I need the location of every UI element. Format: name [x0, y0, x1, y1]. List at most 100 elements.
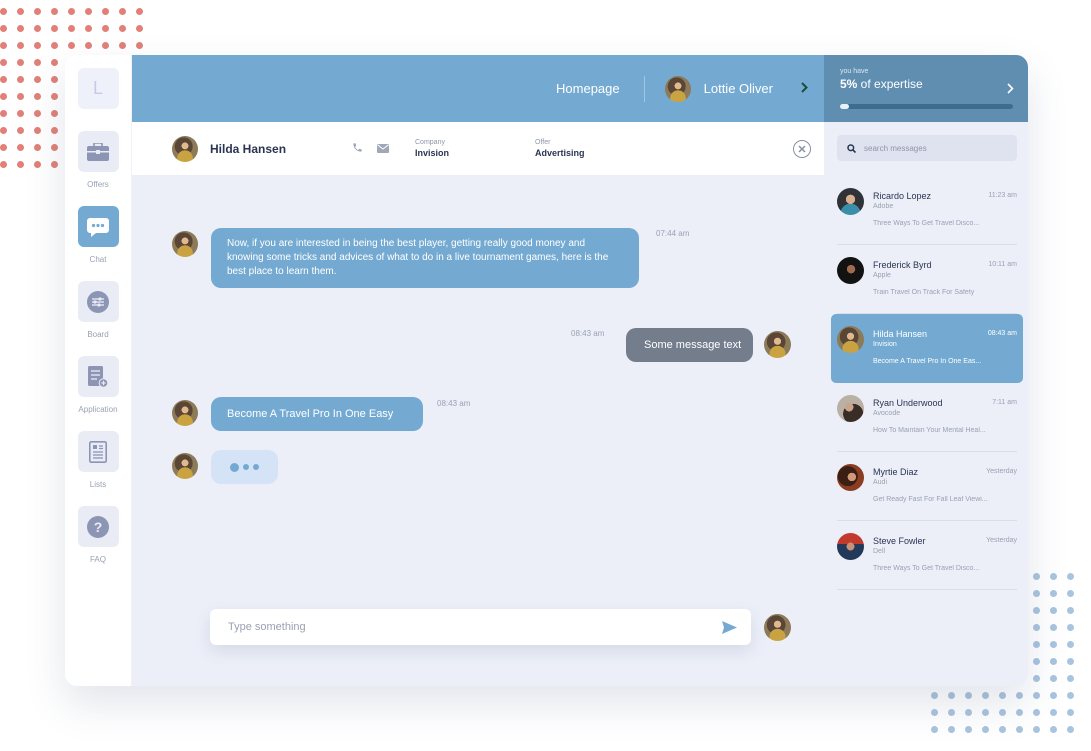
decorative-dot — [102, 8, 109, 15]
decorative-dot — [1050, 590, 1057, 597]
question-icon: ? — [77, 506, 119, 547]
message-timestamp: 07:44 am — [656, 229, 690, 238]
decorative-dot — [68, 25, 75, 32]
conversation-preview: Become A Travel Pro In One Eas... — [873, 358, 982, 365]
decorative-dot — [1033, 590, 1040, 597]
sidebar-item-offers[interactable]: Offers — [77, 131, 119, 189]
decorative-dot — [17, 76, 24, 83]
message-bubble-outgoing[interactable]: Some message text — [626, 328, 754, 362]
app-logo[interactable]: L — [77, 68, 119, 109]
decorative-dot — [965, 692, 972, 699]
phone-icon[interactable] — [352, 140, 363, 158]
decorative-dot — [1033, 573, 1040, 580]
topbar-divider — [643, 75, 645, 102]
conversation-company: Dell — [873, 548, 886, 555]
decorative-dot — [1033, 709, 1040, 716]
message-input[interactable] — [228, 621, 722, 633]
sidebar-item-application[interactable]: Application — [77, 356, 119, 414]
message-timestamp: 08:43 am — [437, 399, 471, 408]
conversation-name: Ricardo Lopez — [873, 191, 932, 201]
briefcase-icon — [77, 131, 119, 172]
decorative-dot — [931, 692, 938, 699]
decorative-dot — [119, 25, 126, 32]
decorative-dot — [17, 8, 24, 15]
decorative-dot — [119, 8, 126, 15]
decorative-dot — [0, 59, 7, 66]
chevron-right-icon[interactable] — [801, 80, 808, 98]
conversation-time: Yesterday — [986, 537, 1017, 544]
sidebar-item-label: Lists — [89, 480, 107, 489]
decorative-dot — [1067, 641, 1074, 648]
decorative-dot — [17, 127, 24, 134]
decorative-dot — [1067, 658, 1074, 665]
decorative-dot — [982, 692, 989, 699]
decorative-dot — [1067, 675, 1074, 682]
sidebar-item-lists[interactable]: Lists — [77, 431, 119, 489]
contact-avatar[interactable] — [172, 135, 198, 162]
decorative-dot — [948, 726, 955, 733]
decorative-dot — [1016, 692, 1023, 699]
current-user-name[interactable]: Lottie Oliver — [704, 81, 773, 96]
chevron-right-icon[interactable] — [1007, 81, 1014, 99]
sidebar-item-chat[interactable]: Chat — [77, 206, 119, 264]
decorative-dot — [51, 127, 58, 134]
conversation-item[interactable]: Myrtie Diaz Audi Get Ready Fast For Fall… — [837, 452, 1017, 521]
decorative-dot — [1033, 624, 1040, 631]
conversation-item[interactable]: Ricardo Lopez Adobe Three Ways To Get Tr… — [837, 176, 1017, 245]
conversation-item[interactable]: Steve Fowler Dell Three Ways To Get Trav… — [837, 521, 1017, 590]
company-value: Invision — [415, 148, 450, 158]
decorative-dot — [1033, 641, 1040, 648]
conversation-name: Steve Fowler — [873, 536, 926, 546]
decorative-dot — [17, 59, 24, 66]
decorative-dot — [965, 726, 972, 733]
conversation-time: 7:11 am — [992, 399, 1017, 406]
decorative-dot — [948, 692, 955, 699]
decorative-dot — [51, 144, 58, 151]
decorative-dot — [0, 42, 7, 49]
conversation-company: Invision — [873, 341, 897, 348]
left-sidebar: L Offers Chat Board Application Lists ? … — [65, 55, 132, 686]
decorative-dot — [1050, 573, 1057, 580]
mail-icon[interactable] — [377, 140, 389, 158]
expertise-card[interactable]: you have 5% of expertise — [824, 55, 1028, 122]
expertise-caption: you have — [840, 68, 869, 75]
decorative-dot — [34, 127, 41, 134]
conversation-time: 10:11 am — [988, 261, 1017, 268]
homepage-link[interactable]: Homepage — [556, 81, 620, 96]
company-label: Company — [415, 139, 445, 146]
conversation-item[interactable]: Ryan Underwood Avocode How To Maintain Y… — [837, 383, 1017, 452]
search-input[interactable] — [864, 143, 1004, 153]
send-button[interactable] — [722, 620, 737, 634]
current-user-avatar[interactable] — [664, 75, 691, 102]
decorative-dot — [999, 726, 1006, 733]
decorative-dot — [1033, 692, 1040, 699]
decorative-dot — [0, 144, 7, 151]
conversation-item[interactable]: Frederick Byrd Apple Train Travel On Tra… — [837, 245, 1017, 314]
decorative-dot — [0, 161, 7, 168]
decorative-dot — [51, 59, 58, 66]
sidebar-item-board[interactable]: Board — [77, 281, 119, 339]
decorative-dot — [1067, 709, 1074, 716]
message-bubble-incoming[interactable]: Become A Travel Pro In One Easy — [211, 397, 423, 431]
contact-avatar — [172, 231, 198, 257]
search-icon — [847, 143, 856, 153]
decorative-dot — [965, 709, 972, 716]
expertise-suffix: of expertise — [857, 77, 923, 91]
chat-main: Homepage Lottie Oliver Hilda Hansen Comp… — [132, 55, 824, 686]
conversation-item-selected[interactable]: Hilda Hansen Invision Become A Travel Pr… — [831, 314, 1023, 383]
decorative-dot — [34, 8, 41, 15]
decorative-dot — [17, 161, 24, 168]
decorative-dot — [0, 76, 7, 83]
decorative-dot — [51, 25, 58, 32]
conversation-name: Myrtie Diaz — [873, 467, 919, 477]
close-conversation-button[interactable] — [793, 139, 811, 158]
contact-avatar — [837, 257, 864, 284]
message-bubble-incoming[interactable]: Now, if you are interested in being the … — [211, 228, 639, 288]
decorative-dot — [0, 127, 7, 134]
decorative-dot — [85, 8, 92, 15]
current-user-avatar — [764, 331, 791, 358]
decorative-dot — [1067, 624, 1074, 631]
sidebar-item-faq[interactable]: ? FAQ — [77, 506, 119, 564]
conversation-time: Yesterday — [986, 468, 1017, 475]
contact-avatar — [172, 453, 198, 479]
